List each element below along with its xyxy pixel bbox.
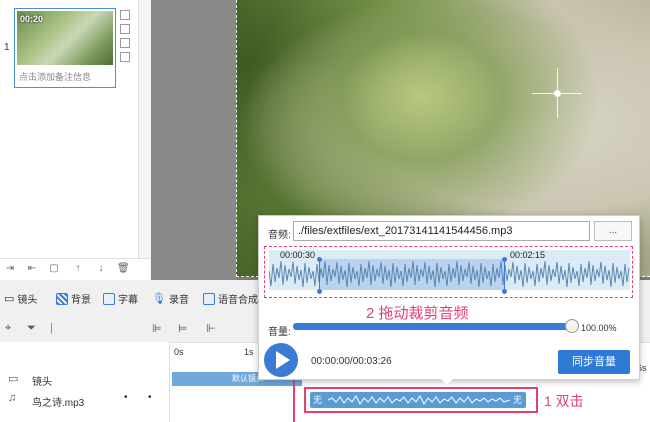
time-readout: 00:00:00/00:03:26	[311, 356, 392, 367]
audio-path-field[interactable]: ./files/extfiles/ext_20173141141544456.m…	[293, 221, 590, 241]
microphone-icon: 🎙	[152, 293, 166, 305]
move-up-icon[interactable]: ↑	[72, 263, 84, 275]
delete-icon[interactable]	[120, 24, 130, 34]
ruler-tick: 0s	[174, 347, 184, 357]
target-icon[interactable]: ⌖	[5, 322, 11, 335]
slide-thumbnail-image: 00:20	[17, 11, 113, 65]
audio-waveform	[269, 260, 630, 288]
track-label-lens: 镜头	[32, 377, 52, 388]
clip-start-tag: 无	[313, 395, 323, 405]
trim-start-knob-top[interactable]	[317, 257, 322, 262]
volume-slider[interactable]	[293, 323, 572, 330]
filter-icon[interactable]: ⏷	[27, 322, 36, 335]
record-button[interactable]: 🎙 录音	[152, 291, 189, 306]
playhead[interactable]	[293, 380, 295, 422]
background-icon	[56, 292, 68, 305]
align-left-icon[interactable]: ⊫	[152, 322, 162, 335]
slide-panel-scrollbar[interactable]	[138, 0, 150, 280]
align-right-icon[interactable]: ⊩	[206, 322, 216, 335]
trim-end-knob-bottom[interactable]	[502, 289, 507, 294]
duplicate-icon[interactable]: ▢	[48, 263, 60, 275]
camera-icon: ▭	[4, 293, 15, 305]
volume-label: 音量:	[268, 327, 291, 338]
trim-end-handle[interactable]	[504, 259, 505, 292]
ruler-tick: 1s	[244, 347, 254, 357]
trim-start-knob-bottom[interactable]	[317, 289, 322, 294]
export-slide-icon[interactable]: ⇤	[26, 263, 38, 275]
tts-icon	[203, 292, 215, 305]
move-down-icon[interactable]: ↓	[95, 263, 107, 275]
lens-button[interactable]: ▭ 镜头	[4, 291, 37, 306]
crosshair-center	[554, 90, 561, 97]
audio-clip[interactable]: 无 无	[310, 392, 526, 408]
audio-clip-waveform	[328, 395, 510, 405]
browse-button[interactable]: ...	[594, 221, 632, 241]
sync-volume-button[interactable]: 同步音量	[558, 350, 630, 374]
trim-start-time: 00:00:30	[280, 250, 316, 260]
volume-value: 100.00%	[581, 323, 617, 333]
canvas-margin	[151, 0, 236, 280]
export-icon[interactable]	[120, 38, 130, 48]
slide-duration: 00:20	[20, 14, 44, 24]
camera-icon: ▭	[8, 373, 19, 385]
trim-start-handle[interactable]	[319, 259, 320, 292]
track-option-dot[interactable]: •	[148, 392, 152, 403]
slide-thumbnail[interactable]: 00:20 点击添加备注信息	[14, 8, 116, 88]
slide-number: 1	[4, 42, 10, 53]
background-button[interactable]: 背景	[56, 291, 91, 306]
audio-label: 音频:	[268, 230, 291, 241]
caption-icon	[103, 292, 115, 305]
volume-slider-knob[interactable]	[565, 319, 579, 333]
copy-icon[interactable]	[120, 10, 130, 20]
clip-end-tag: 无	[513, 395, 523, 405]
caption-button[interactable]: 字幕	[103, 291, 138, 306]
trash-icon[interactable]: 🗑	[117, 263, 130, 275]
popup-pointer	[440, 378, 454, 385]
tts-button[interactable]: 语音合成	[203, 291, 258, 306]
play-icon	[276, 351, 290, 369]
slide-note-field[interactable]: 点击添加备注信息	[19, 70, 91, 83]
track-label-audio[interactable]: 鸟之诗.mp3	[32, 394, 84, 409]
timeline-track-labels: ▭ 镜头 ♫ 鸟之诗.mp3 • •	[0, 342, 170, 422]
trim-annotation: 2 拖动裁剪音频	[366, 305, 469, 322]
import-icon[interactable]: ⇥	[4, 263, 16, 275]
trim-end-knob-top[interactable]	[502, 257, 507, 262]
align-center-icon[interactable]: ⊨	[178, 322, 188, 335]
insert-icon[interactable]	[120, 52, 130, 62]
slide-panel-toolbar: ⇥ ⇤ ▢ ↑ ↓ 🗑	[0, 258, 150, 280]
double-click-annotation: 1 双击	[544, 393, 584, 409]
music-icon: ♫	[8, 392, 17, 404]
separator-icon: |	[50, 322, 53, 334]
track-option-dot[interactable]: •	[124, 392, 128, 403]
trim-end-time: 00:02:15	[510, 250, 546, 260]
